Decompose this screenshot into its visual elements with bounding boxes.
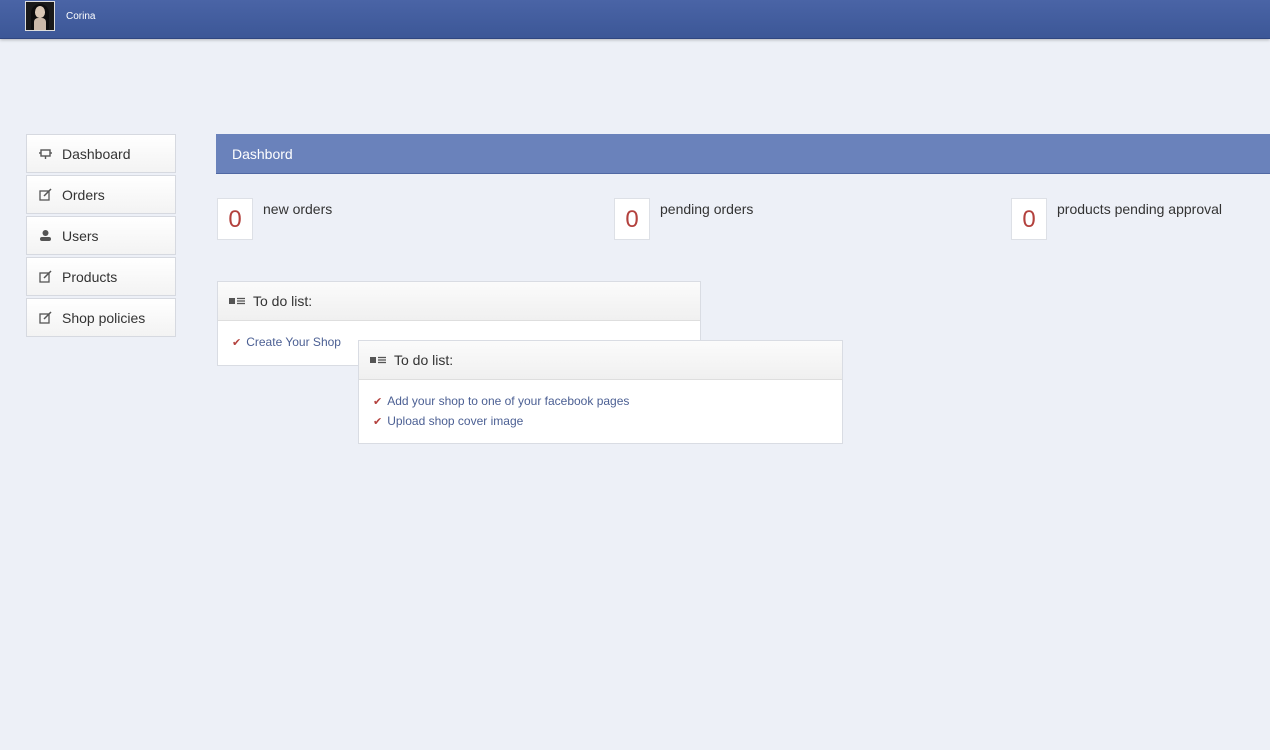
username[interactable]: Corina: [66, 11, 95, 22]
stat-label: new orders: [263, 201, 333, 217]
sidebar-item-label: Orders: [62, 186, 105, 203]
stat-value: 0: [217, 198, 253, 240]
edit-icon: [38, 188, 52, 202]
sidebar-item-products[interactable]: Products: [26, 257, 176, 296]
todo-panel-title: To do list:: [253, 293, 313, 309]
todo-item-label: Add your shop to one of your facebook pa…: [387, 394, 630, 408]
todo-item-upload-cover[interactable]: ✔ Upload shop cover image: [373, 411, 828, 431]
sidebar-item-label: Shop policies: [62, 309, 146, 326]
top-bar: Corina: [0, 0, 1270, 39]
dashboard-icon: [38, 147, 52, 161]
check-icon: ✔: [373, 416, 383, 428]
stat-value: 0: [1011, 198, 1047, 240]
todo-item-label: Upload shop cover image: [387, 414, 524, 428]
todo-item-label: Create Your Shop: [246, 335, 341, 349]
stat-value: 0: [614, 198, 650, 240]
check-icon: ✔: [373, 396, 383, 408]
sidebar-item-dashboard[interactable]: Dashboard: [26, 134, 176, 173]
sidebar-item-label: Products: [62, 268, 118, 285]
sidebar: Dashboard Orders Users Products Shop pol…: [26, 134, 176, 339]
sidebar-item-label: Users: [62, 227, 99, 244]
list-icon: [370, 355, 386, 365]
avatar-torso: [34, 18, 46, 30]
stat-label: pending orders: [660, 201, 754, 217]
sidebar-item-users[interactable]: Users: [26, 216, 176, 255]
todo-panel-header: To do list:: [359, 341, 842, 380]
stat-label: products pending approval: [1057, 201, 1223, 217]
todo-panel-header: To do list:: [218, 282, 700, 321]
edit-icon: [38, 311, 52, 325]
sidebar-item-orders[interactable]: Orders: [26, 175, 176, 214]
user-avatar[interactable]: [25, 1, 55, 31]
avatar-face: [35, 6, 45, 18]
edit-icon: [38, 270, 52, 284]
list-icon: [229, 296, 245, 306]
todo-panel-body: ✔ Add your shop to one of your facebook p…: [359, 380, 842, 443]
check-icon: ✔: [232, 337, 242, 349]
sidebar-item-label: Dashboard: [62, 145, 131, 162]
user-icon: [38, 229, 52, 243]
page-title: Dashbord: [216, 134, 1270, 174]
todo-panel-title: To do list:: [394, 352, 454, 368]
sidebar-item-shop-policies[interactable]: Shop policies: [26, 298, 176, 337]
todo-panel: To do list: ✔ Add your shop to one of you…: [358, 340, 843, 444]
todo-item-add-to-facebook-page[interactable]: ✔ Add your shop to one of your facebook p…: [373, 391, 828, 411]
